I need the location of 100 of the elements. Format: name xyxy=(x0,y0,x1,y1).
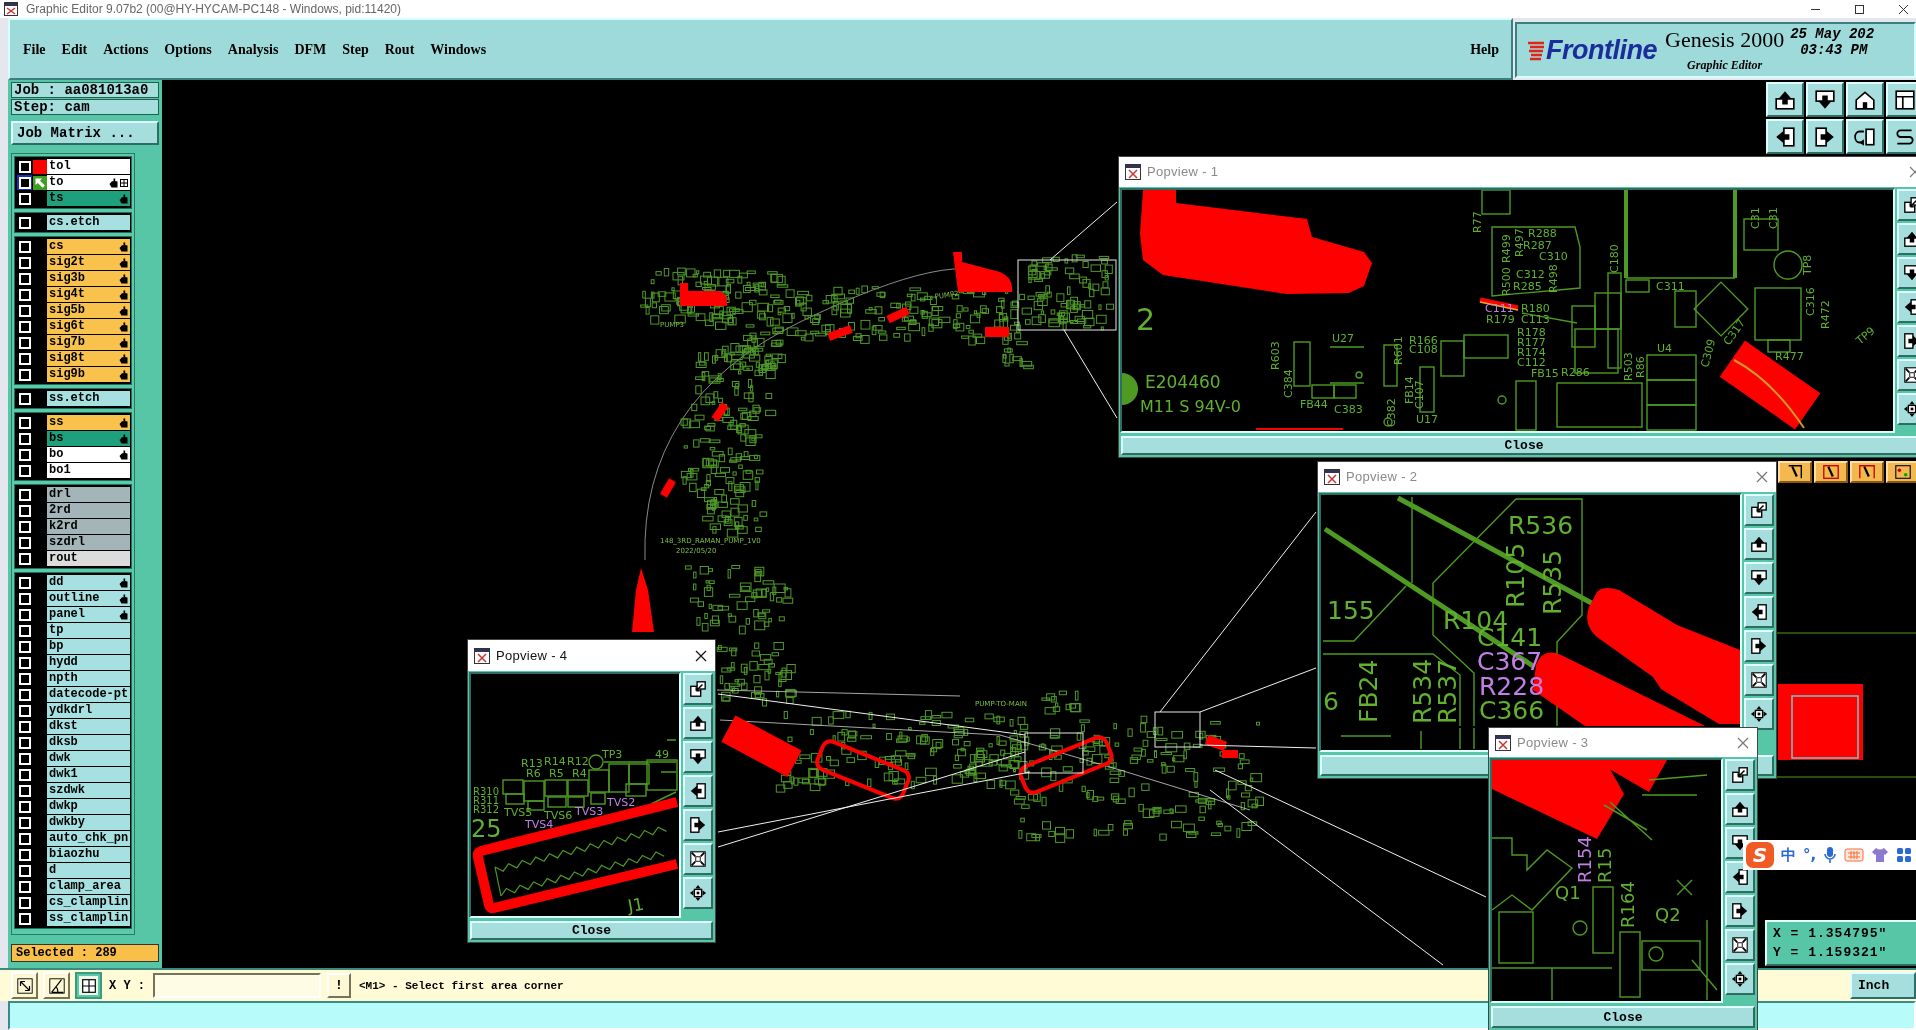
menu-item[interactable]: Windows xyxy=(430,38,487,60)
layer-checkbox[interactable] xyxy=(18,864,31,877)
view-tool-button[interactable] xyxy=(1744,630,1774,662)
menu-item[interactable]: Actions xyxy=(103,38,149,60)
toolbar-button[interactable] xyxy=(1886,461,1916,483)
layer-checkbox[interactable] xyxy=(18,536,31,549)
view-tool-button[interactable] xyxy=(683,775,713,807)
view-tool-button[interactable] xyxy=(1744,664,1774,696)
coordinate-input[interactable] xyxy=(153,973,321,998)
layer-item[interactable]: tol xyxy=(47,159,130,174)
layer-item[interactable]: dwk1 xyxy=(47,767,130,782)
layer-item[interactable]: dwkp xyxy=(47,799,130,814)
layer-checkbox[interactable] xyxy=(18,912,31,925)
layer-checkbox[interactable] xyxy=(18,488,31,501)
layer-item[interactable]: sig2t xyxy=(47,255,130,270)
layer-checkbox[interactable] xyxy=(18,800,31,813)
layer-item[interactable]: to xyxy=(47,175,130,190)
layer-item[interactable]: clamp_area xyxy=(47,879,130,894)
layer-item[interactable]: drl xyxy=(47,487,130,502)
layer-item[interactable]: panel xyxy=(47,607,130,622)
close-button[interactable]: Close xyxy=(1121,436,1916,455)
view-tool-button[interactable] xyxy=(1725,895,1755,927)
layer-item[interactable]: bo1 xyxy=(47,463,130,478)
layer-checkbox[interactable] xyxy=(18,176,31,189)
layer-item[interactable]: sig5b xyxy=(47,303,130,318)
layer-checkbox[interactable] xyxy=(18,704,31,717)
toolbar-button[interactable] xyxy=(1814,461,1848,483)
layer-item[interactable]: dwk xyxy=(47,751,130,766)
layer-checkbox[interactable] xyxy=(18,752,31,765)
layer-item[interactable]: dkst xyxy=(47,719,130,734)
layer-checkbox[interactable] xyxy=(18,216,31,229)
layer-checkbox[interactable] xyxy=(18,368,31,381)
layer-item[interactable]: bo xyxy=(47,447,130,462)
layer-checkbox[interactable] xyxy=(18,392,31,405)
menu-item[interactable]: Edit xyxy=(61,38,88,60)
layer-item[interactable]: dd xyxy=(47,575,130,590)
layer-checkbox[interactable] xyxy=(18,832,31,845)
layer-item[interactable]: ss_clamplin xyxy=(47,911,131,926)
layer-item[interactable]: biaozhu xyxy=(47,847,130,862)
layer-item[interactable]: tp xyxy=(47,623,130,638)
view-tool-button[interactable] xyxy=(683,843,713,875)
view-tool-button[interactable] xyxy=(683,809,713,841)
layer-checkbox[interactable] xyxy=(18,520,31,533)
toolbar-button[interactable] xyxy=(1778,461,1812,483)
view-tool-button[interactable] xyxy=(1744,596,1774,628)
layer-checkbox[interactable] xyxy=(18,784,31,797)
view-tool-button[interactable] xyxy=(1725,793,1755,825)
layer-checkbox[interactable] xyxy=(18,552,31,565)
layer-checkbox[interactable] xyxy=(18,592,31,605)
layer-checkbox[interactable] xyxy=(18,352,31,365)
menu-item[interactable]: Step xyxy=(342,38,369,60)
layer-checkbox[interactable] xyxy=(18,656,31,669)
close-button[interactable]: Close xyxy=(1491,1006,1755,1028)
layer-checkbox[interactable] xyxy=(18,880,31,893)
layer-checkbox[interactable] xyxy=(18,320,31,333)
layer-checkbox[interactable] xyxy=(18,720,31,733)
view-tool-button[interactable] xyxy=(1744,528,1774,560)
menu-item[interactable]: Analysis xyxy=(227,38,279,60)
layer-checkbox[interactable] xyxy=(18,848,31,861)
layer-item[interactable]: bp xyxy=(47,639,130,654)
layer-item[interactable]: ts xyxy=(47,191,130,206)
layer-checkbox[interactable] xyxy=(18,192,31,205)
run-button[interactable]: ! xyxy=(327,973,351,998)
layer-checkbox[interactable] xyxy=(18,448,31,461)
layer-item[interactable]: cs_clamplin xyxy=(47,895,131,910)
view-tool-button[interactable] xyxy=(683,877,713,909)
layer-item[interactable]: auto_chk_pn xyxy=(47,831,131,846)
view-tool-button[interactable] xyxy=(1725,759,1755,791)
layer-item[interactable]: ss xyxy=(47,415,130,430)
layer-checkbox[interactable] xyxy=(18,672,31,685)
layer-item[interactable]: sig7b xyxy=(47,335,130,350)
layer-item[interactable]: cs xyxy=(47,239,130,254)
toolbar-button[interactable] xyxy=(1850,461,1884,483)
layer-checkbox[interactable] xyxy=(18,896,31,909)
layer-checkbox[interactable] xyxy=(18,464,31,477)
punctuation-toggle[interactable]: °, xyxy=(1803,846,1817,864)
menu-item[interactable]: Help xyxy=(1470,38,1499,60)
layer-item[interactable]: dwkby xyxy=(47,815,130,830)
layer-checkbox[interactable] xyxy=(18,336,31,349)
layer-checkbox[interactable] xyxy=(18,768,31,781)
layer-item[interactable]: outline xyxy=(47,591,130,606)
layer-checkbox[interactable] xyxy=(18,504,31,517)
layer-checkbox[interactable] xyxy=(18,304,31,317)
layer-item[interactable]: ydkdrl xyxy=(47,703,130,718)
layer-item[interactable]: datecode-pt xyxy=(47,687,131,702)
view-tool-button[interactable] xyxy=(683,741,713,773)
layer-checkbox[interactable] xyxy=(18,736,31,749)
layer-checkbox[interactable] xyxy=(18,272,31,285)
layer-item[interactable]: npth xyxy=(47,671,130,686)
layer-checkbox[interactable] xyxy=(18,288,31,301)
layer-item[interactable]: cs.etch xyxy=(47,215,130,230)
layer-item[interactable]: sig3b xyxy=(47,271,130,286)
layer-item[interactable]: szdrl xyxy=(47,535,130,550)
close-button[interactable]: Close xyxy=(470,921,713,940)
layer-item[interactable]: sig6t xyxy=(47,319,130,334)
layer-item[interactable]: k2rd xyxy=(47,519,130,534)
layer-checkbox[interactable] xyxy=(18,432,31,445)
job-matrix-button[interactable]: Job Matrix ... xyxy=(11,121,159,145)
view-tool-button[interactable] xyxy=(1725,929,1755,961)
layer-checkbox[interactable] xyxy=(18,576,31,589)
